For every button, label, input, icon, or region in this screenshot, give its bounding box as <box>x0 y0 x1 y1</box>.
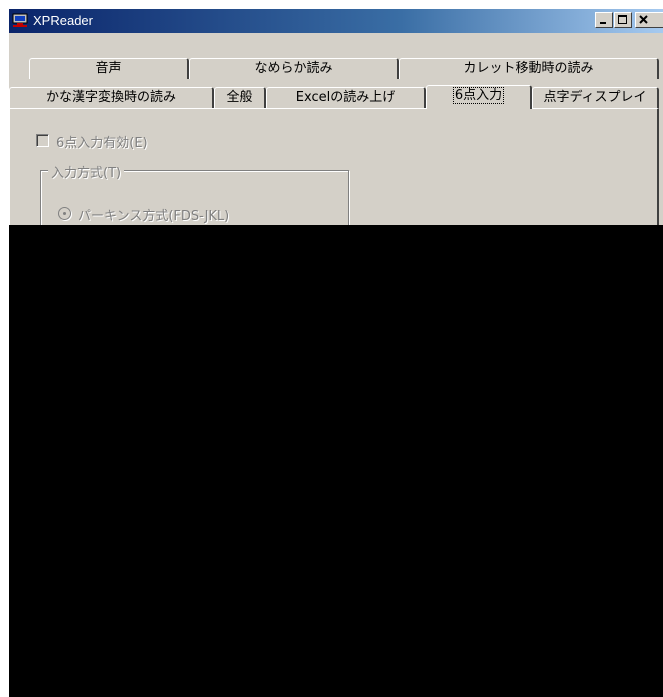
tab-six-dot-input[interactable]: 6点入力 <box>426 85 532 109</box>
tab-voice[interactable]: 音声 <box>29 58 189 79</box>
tab-six-dot-input-label: 6点入力 <box>452 87 505 104</box>
close-icon <box>639 15 648 24</box>
tab-braille-display[interactable]: 点字ディスプレイ <box>532 87 659 108</box>
minimize-button[interactable] <box>595 12 613 28</box>
close-button[interactable] <box>635 12 663 28</box>
tab-caret-reading[interactable]: カレット移動時の読み <box>399 58 659 79</box>
title-bar[interactable]: XPReader <box>9 9 663 33</box>
tab-kana-kanji-reading[interactable]: かな漢字変換時の読み <box>9 87 214 108</box>
tab-excel-reading[interactable]: Excelの読み上げ <box>266 87 426 108</box>
window-title: XPReader <box>33 13 93 28</box>
minimize-icon <box>600 22 606 24</box>
monitor-app-icon <box>12 13 28 27</box>
maximize-icon <box>618 15 627 24</box>
tab-smooth-reading[interactable]: なめらか読み <box>189 58 399 79</box>
redacted-area <box>9 225 663 697</box>
tab-general[interactable]: 全般 <box>214 87 266 108</box>
maximize-button[interactable] <box>614 12 632 28</box>
